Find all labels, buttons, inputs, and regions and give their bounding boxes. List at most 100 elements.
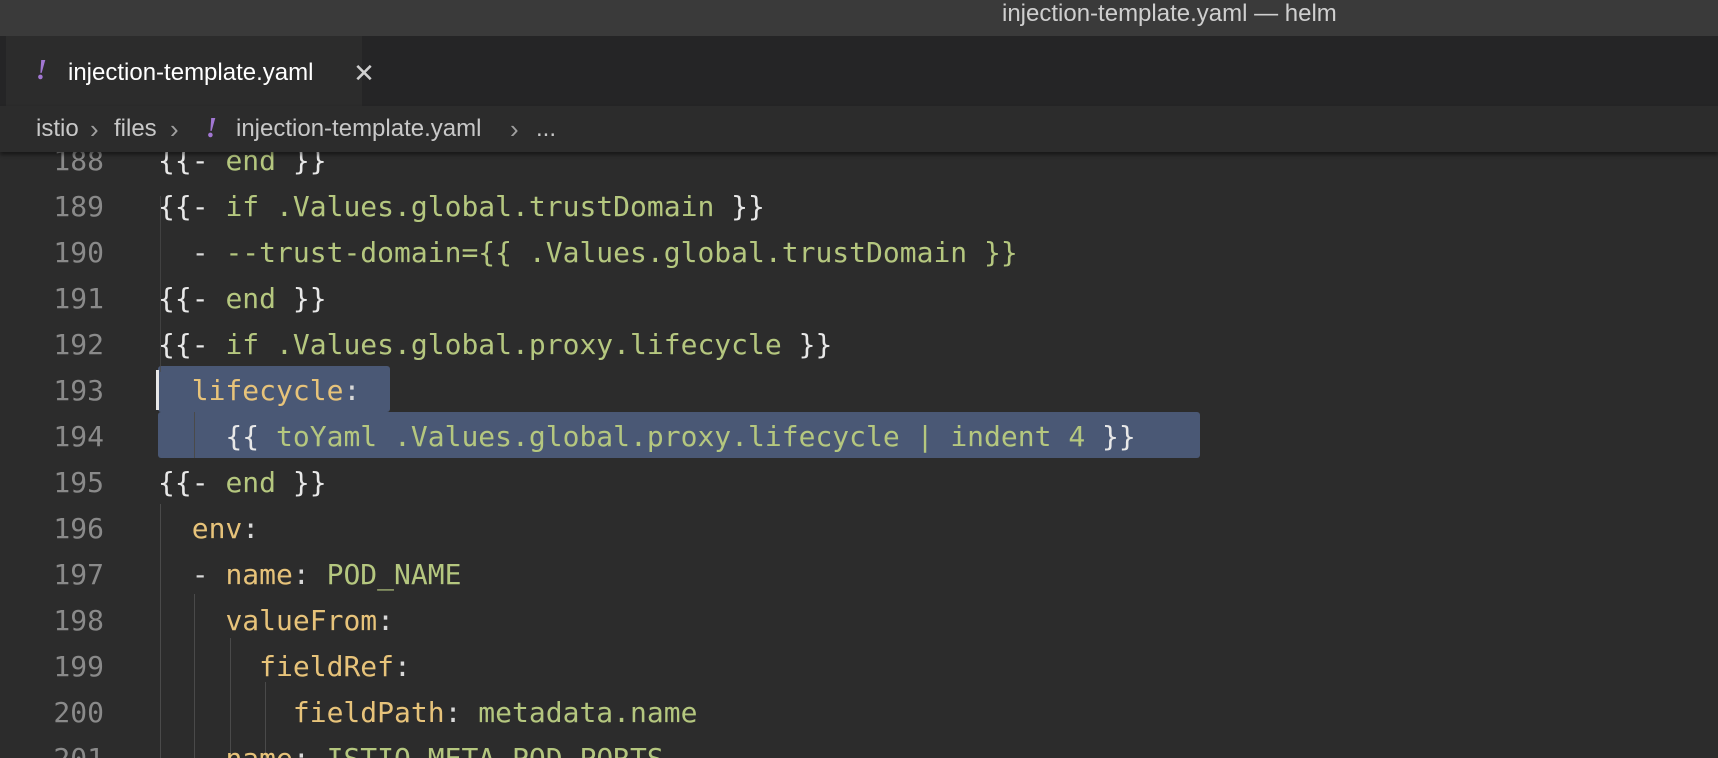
code-token: {{- (158, 282, 226, 315)
breadcrumb: istio › files › ! injection-template.yam… (0, 106, 1718, 152)
code-text: - name: POD_NAME (158, 552, 462, 598)
code-editor[interactable]: 188 {{- end }} 189 {{- if .Values.global.tr… (0, 152, 1718, 758)
code-line[interactable]: 198 valueFrom: (0, 598, 1718, 644)
code-token: - (158, 742, 225, 758)
code-token: {{- (158, 466, 226, 499)
code-token: : (444, 696, 479, 729)
line-number: 188 (53, 152, 104, 177)
code-token: - (158, 236, 226, 269)
code-line[interactable]: 194 {{ toYaml .Values.global.proxy.lifec… (0, 414, 1718, 460)
code-token: }} (1085, 420, 1136, 453)
code-line[interactable]: 189 {{- if .Values.global.trustDomain }} (0, 184, 1718, 230)
code-line[interactable]: 191 {{- end }} (0, 276, 1718, 322)
code-line[interactable]: 192 {{- if .Values.global.proxy.lifecycle… (0, 322, 1718, 368)
code-token: end (225, 466, 277, 499)
tab-bar: ! injection-template.yaml ✕ (0, 36, 1718, 106)
chevron-right-icon: › (90, 114, 99, 144)
code-token: }} (276, 282, 327, 315)
line-number: 197 (53, 558, 104, 591)
code-token: if .Values.global.trustDomain (225, 190, 715, 223)
code-token: }} (714, 190, 765, 223)
code-text: valueFrom: (158, 598, 394, 644)
code-token: if .Values.global.proxy.lifecycle (225, 328, 782, 361)
code-text: {{- end }} (158, 276, 327, 322)
code-token: name (225, 558, 293, 591)
code-token: valueFrom (225, 604, 378, 637)
code-text: {{- if .Values.global.trustDomain }} (158, 184, 765, 230)
code-token: ISTIO_META_POD_PORTS (327, 742, 664, 758)
code-token: : (293, 742, 327, 758)
code-line[interactable]: 197 - name: POD_NAME (0, 552, 1718, 598)
code-token: - (158, 558, 226, 591)
code-token: end (225, 152, 277, 177)
window-titlebar: injection-template.yaml — helm (0, 0, 1718, 36)
code-token: toYaml .Values.global.proxy.lifecycle | … (276, 420, 1086, 453)
chevron-right-icon: › (170, 114, 179, 144)
code-line[interactable]: 199 fieldRef: (0, 644, 1718, 690)
code-text: env: (158, 506, 259, 552)
code-token: }} (781, 328, 833, 361)
code-text: fieldPath: metadata.name (158, 690, 698, 736)
code-line[interactable]: 200 fieldPath: metadata.name (0, 690, 1718, 736)
code-token: : (394, 650, 411, 683)
code-line[interactable]: 196 env: (0, 506, 1718, 552)
code-text: {{- if .Values.global.proxy.lifecycle }} (158, 322, 832, 368)
breadcrumb-item-istio[interactable]: istio (36, 114, 79, 144)
line-number: 191 (53, 282, 104, 315)
code-token: }} (276, 466, 327, 499)
tab-label: injection-template.yaml (68, 59, 314, 86)
code-token: lifecycle (191, 374, 344, 407)
code-token: : (377, 604, 395, 637)
line-number: 198 (53, 604, 104, 637)
code-line[interactable]: 201 - name: ISTIO_META_POD_PORTS (0, 736, 1718, 758)
line-number: 194 (53, 420, 104, 453)
code-token: metadata.name (478, 696, 698, 729)
code-token: fieldPath (292, 696, 445, 729)
code-token: POD_NAME (326, 558, 462, 591)
code-token: : (292, 558, 327, 591)
breadcrumb-item-files[interactable]: files (114, 114, 157, 144)
breadcrumb-item-more[interactable]: ... (536, 114, 556, 144)
line-number: 196 (53, 512, 104, 545)
line-number: 201 (0, 736, 104, 758)
code-token: --trust-domain={{ .Values.global.trustDo… (225, 236, 1018, 269)
line-number: 190 (53, 236, 104, 269)
close-icon[interactable]: ✕ (350, 60, 378, 88)
code-text: - --trust-domain={{ .Values.global.trust… (158, 230, 1018, 276)
line-number: 192 (53, 328, 104, 361)
code-text: {{ toYaml .Values.global.proxy.lifecycle… (158, 414, 1136, 460)
code-token: fieldRef (259, 650, 395, 683)
code-line[interactable]: 193 lifecycle: (0, 368, 1718, 414)
tab-injection-template[interactable]: ! injection-template.yaml ✕ (6, 36, 375, 106)
line-number: 195 (53, 466, 104, 499)
line-number: 189 (53, 190, 104, 223)
code-line[interactable]: 190 - --trust-domain={{ .Values.global.t… (0, 230, 1718, 276)
yaml-exclamation-icon: ! (206, 113, 217, 144)
code-text: {{- end }} (158, 460, 327, 506)
code-token: env (191, 512, 243, 545)
code-token: : (343, 374, 361, 407)
code-text: fieldRef: (158, 644, 411, 690)
window-title: injection-template.yaml — helm (1002, 0, 1337, 27)
code-token: : (242, 512, 260, 545)
code-token: {{- (158, 152, 226, 177)
breadcrumb-item-file[interactable]: injection-template.yaml (236, 114, 481, 144)
code-text: {{- end }} (158, 152, 327, 184)
line-number: 199 (53, 650, 104, 683)
code-line[interactable]: 195 {{- end }} (0, 460, 1718, 506)
code-line[interactable]: 188 {{- end }} (0, 152, 1718, 184)
code-text: lifecycle: (158, 368, 361, 414)
code-token: end (225, 282, 277, 315)
chevron-right-icon: › (510, 114, 519, 144)
code-token: {{- (158, 190, 226, 223)
code-token: {{- (158, 328, 226, 361)
code-token: {{ (158, 420, 277, 453)
code-text: - name: ISTIO_META_POD_PORTS (158, 736, 664, 758)
line-number: 200 (53, 696, 104, 729)
yaml-exclamation-icon: ! (36, 55, 47, 86)
